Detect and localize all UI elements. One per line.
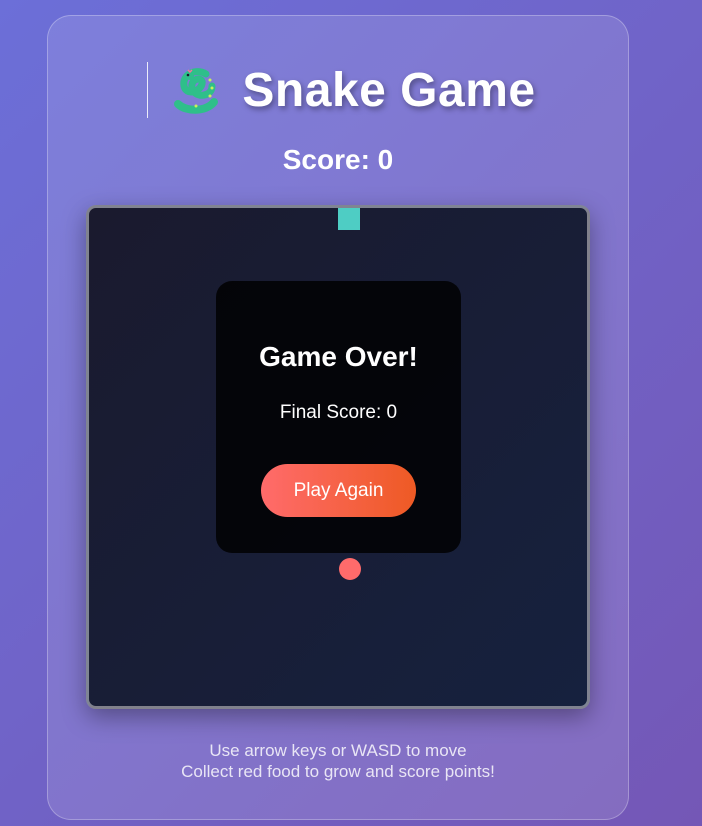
page-title: Snake Game: [242, 63, 536, 117]
game-board[interactable]: Game Over! Final Score: 0 Play Again: [86, 205, 590, 709]
game-over-title: Game Over!: [259, 341, 418, 372]
score-display: Score: 0: [282, 144, 394, 175]
instructions-line-food: Collect red food to grow and score point…: [181, 762, 495, 781]
snake-icon: [166, 62, 222, 118]
final-score: Final Score: 0: [279, 402, 398, 423]
instructions: Use arrow keys or WASD to move Collect r…: [0, 740, 676, 782]
header: Snake Game: [0, 60, 702, 120]
instructions-line-move: Use arrow keys or WASD to move: [209, 741, 467, 760]
game-over-dialog: Game Over! Final Score: 0 Play Again: [216, 281, 461, 553]
play-again-button[interactable]: Play Again: [261, 464, 416, 517]
snake-segment: [338, 208, 360, 230]
food-pellet: [339, 558, 361, 580]
